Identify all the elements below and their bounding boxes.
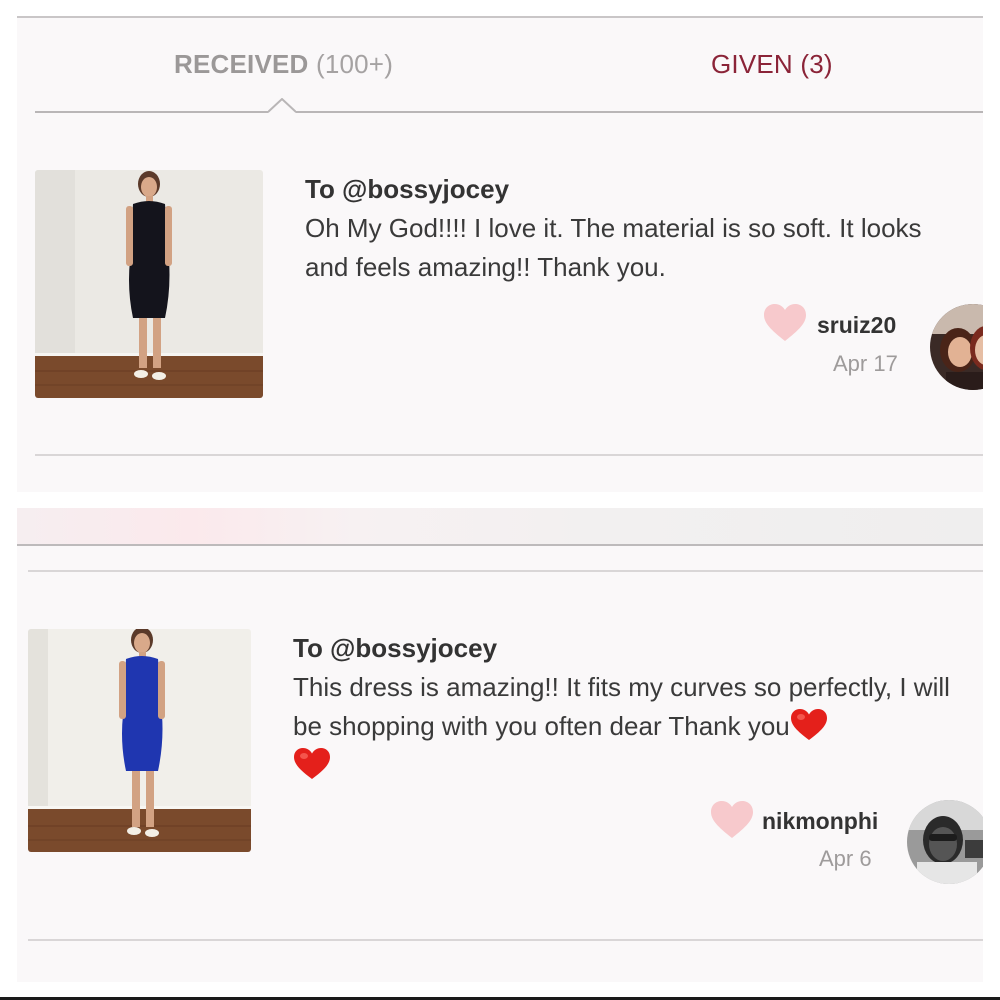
reviewer-avatar[interactable] [907,800,983,884]
feedback-item: To @bossyjocey This dress is amazing!! I… [17,508,983,982]
reviewer-username[interactable]: nikmonphi [762,808,878,835]
heart-icon[interactable] [710,800,754,840]
post-message: This dress is amazing!! It fits my curve… [293,668,983,785]
post-divider [28,939,983,941]
heart-icon[interactable] [763,303,807,343]
post-divider [35,454,983,456]
post-recipient[interactable]: To @bossyjocey [293,633,497,664]
feedback-panel-top: RECEIVED (100+) GIVEN (3) To @bossyjocey… [17,16,983,492]
product-photo[interactable] [28,629,251,852]
post-recipient[interactable]: To @bossyjocey [305,174,509,205]
reviewer-avatar[interactable] [930,304,983,390]
post-message-text: This dress is amazing!! It fits my curve… [293,672,950,741]
post-date: Apr 17 [833,351,898,376]
feedback-panel-bottom: To @bossyjocey This dress is amazing!! I… [17,508,983,982]
red-heart-emoji [790,709,827,740]
product-photo[interactable] [35,170,263,398]
post-message: Oh My God!!!! I love it. The material is… [305,213,922,282]
feedback-item: To @bossyjocey Oh My God!!!! I love it. … [17,16,983,492]
reviewer-username[interactable]: sruiz20 [817,312,896,339]
post-date: Apr 6 [819,846,872,871]
red-heart-emoji [294,748,330,779]
